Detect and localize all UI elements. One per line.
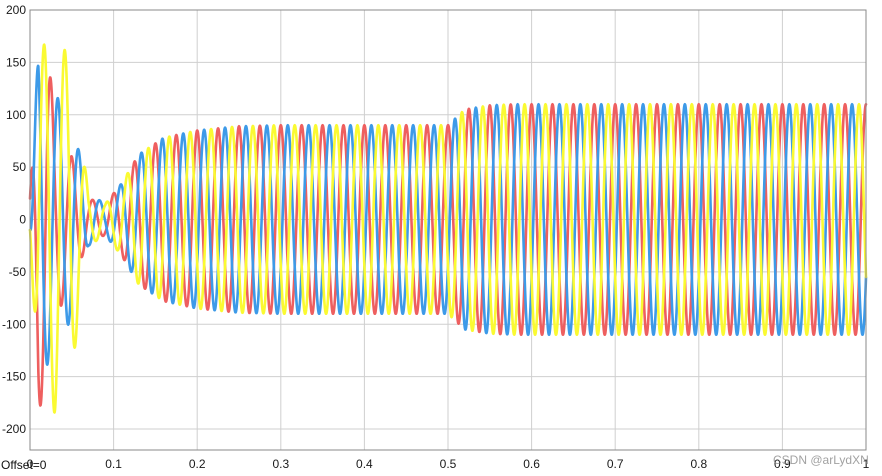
x-tick-label: 0.8 xyxy=(690,457,707,471)
y-tick-label: 50 xyxy=(13,160,27,174)
y-tick-label: -150 xyxy=(2,370,26,384)
y-axis-ticks: 200 150 100 50 0 -50 -100 -150 -200 xyxy=(2,3,26,436)
y-tick-label: 200 xyxy=(6,3,26,17)
watermark: CSDN @arLydXN xyxy=(773,453,869,467)
x-axis-ticks: 0 0.1 0.2 0.3 0.4 0.5 0.6 0.7 0.8 0.9 1 xyxy=(27,457,870,471)
y-tick-label: 100 xyxy=(6,108,26,122)
offset-label: Offset=0 xyxy=(1,458,47,472)
y-tick-label: 0 xyxy=(19,213,26,227)
x-tick-label: 0.5 xyxy=(440,457,457,471)
x-tick-label: 0.2 xyxy=(189,457,206,471)
y-tick-label: -200 xyxy=(2,422,26,436)
x-tick-label: 0.6 xyxy=(523,457,540,471)
x-tick-label: 0.3 xyxy=(272,457,289,471)
y-tick-label: 150 xyxy=(6,55,26,69)
x-tick-label: 0.1 xyxy=(105,457,122,471)
x-tick-label: 0.7 xyxy=(607,457,624,471)
scope-plot: 0 0.1 0.2 0.3 0.4 0.5 0.6 0.7 0.8 0.9 1 2001501005… xyxy=(2,3,870,471)
y-tick-label: -50 xyxy=(9,265,27,279)
y-tick-label: -100 xyxy=(2,317,26,331)
x-tick-label: 0.4 xyxy=(356,457,373,471)
